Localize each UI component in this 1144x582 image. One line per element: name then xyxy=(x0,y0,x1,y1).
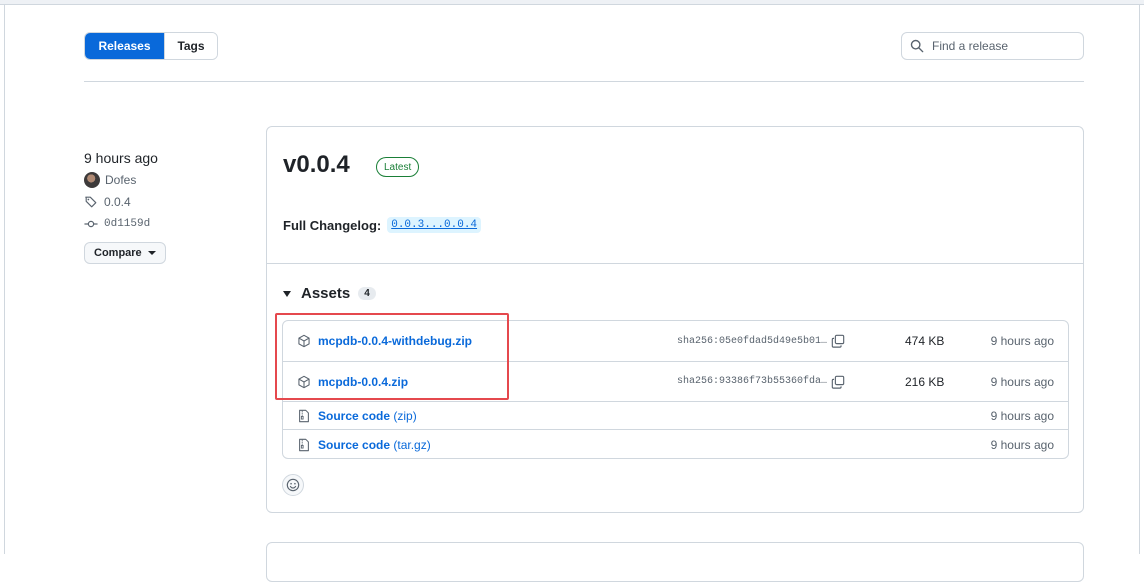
asset-sha: sha256:05e0fdad5d49e5b01… xyxy=(677,335,828,347)
copy-icon[interactable] xyxy=(831,375,845,389)
tag-name[interactable]: 0.0.4 xyxy=(104,195,131,209)
assets-count: 4 xyxy=(358,287,376,300)
avatar[interactable] xyxy=(84,172,100,188)
releases-tags-switch: Releases Tags xyxy=(84,32,218,60)
release-meta: 9 hours ago Dofes 0.0.4 0d1159d Compare xyxy=(84,150,254,264)
file-zip-icon xyxy=(299,409,309,422)
asset-time: 9 hours ago xyxy=(990,374,1054,389)
triangle-down-icon xyxy=(283,290,291,297)
commit-sha[interactable]: 0d1159d xyxy=(104,218,150,230)
assets-label: Assets xyxy=(301,285,351,302)
asset-time: 9 hours ago xyxy=(990,437,1054,452)
tab-releases[interactable]: Releases xyxy=(85,33,164,59)
search-icon xyxy=(910,39,924,53)
window-right-border xyxy=(1139,5,1144,554)
release-author[interactable]: Dofes xyxy=(84,172,254,188)
file-zip-icon xyxy=(299,438,309,451)
release-time: 9 hours ago xyxy=(84,150,158,166)
latest-badge: Latest xyxy=(376,157,420,177)
highlight-annotation xyxy=(275,313,509,400)
compare-label: Compare xyxy=(94,247,142,259)
author-name[interactable]: Dofes xyxy=(105,173,136,187)
add-reaction-button[interactable] xyxy=(282,474,304,496)
caret-down-icon xyxy=(147,251,156,255)
source-row: Source code (zip) 9 hours ago xyxy=(283,401,1068,429)
release-title[interactable]: v0.0.4 xyxy=(283,151,350,179)
asset-sha: sha256:93386f73b55360fda… xyxy=(677,376,828,387)
next-release-card xyxy=(266,542,1084,582)
asset-size: 474 KB xyxy=(905,334,945,348)
commit-icon xyxy=(84,220,98,228)
source-code-link[interactable]: Source code (zip) xyxy=(318,409,417,423)
window-top-border xyxy=(0,0,1144,5)
full-changelog: Full Changelog: 0.0.3...0.0.4 xyxy=(283,217,482,233)
release-commit[interactable]: 0d1159d xyxy=(84,216,254,232)
tag-icon xyxy=(85,196,97,208)
smiley-icon xyxy=(286,478,300,492)
asset-time: 9 hours ago xyxy=(990,334,1054,348)
assets-toggle[interactable]: Assets 4 xyxy=(283,285,376,302)
tab-tags[interactable]: Tags xyxy=(164,33,217,59)
release-search-box[interactable] xyxy=(901,32,1084,60)
changelog-label: Full Changelog: xyxy=(283,217,382,233)
source-code-link[interactable]: Source code (tar.gz) xyxy=(318,438,431,452)
changelog-compare-link[interactable]: 0.0.3...0.0.4 xyxy=(387,217,482,233)
header-divider xyxy=(84,81,1084,82)
card-divider xyxy=(267,263,1083,264)
window-left-border xyxy=(0,5,5,554)
release-tag[interactable]: 0.0.4 xyxy=(84,194,254,210)
asset-size: 216 KB xyxy=(905,374,945,389)
copy-icon[interactable] xyxy=(831,334,845,348)
asset-time: 9 hours ago xyxy=(990,408,1054,423)
source-row: Source code (tar.gz) 9 hours ago xyxy=(283,429,1068,459)
search-input[interactable] xyxy=(930,38,1074,54)
compare-button[interactable]: Compare xyxy=(84,242,166,264)
